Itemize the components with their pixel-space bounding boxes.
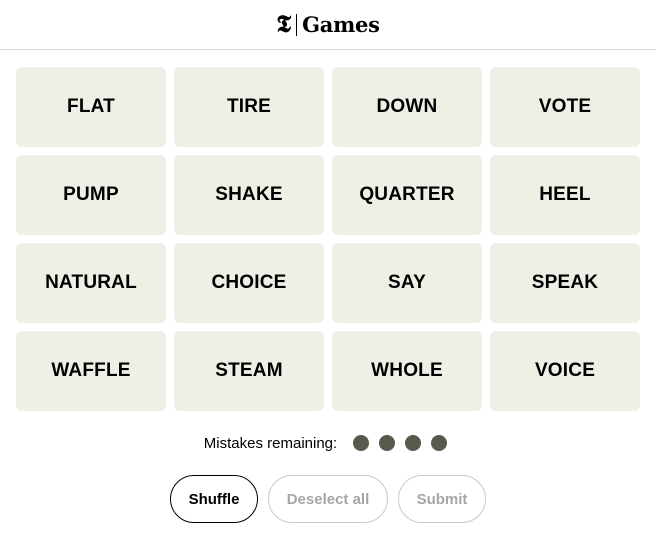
word-tile[interactable]: NATURAL [16, 243, 166, 323]
submit-button[interactable]: Submit [398, 475, 486, 523]
word-tile[interactable]: PUMP [16, 155, 166, 235]
word-tile[interactable]: HEEL [490, 155, 640, 235]
mistakes-label: Mistakes remaining: [203, 434, 338, 452]
brand-name: Games [302, 12, 380, 37]
nyt-games-brand[interactable]: 𝕿 Games [276, 8, 380, 40]
mistakes-remaining: Mistakes remaining: [0, 432, 656, 454]
word-tile[interactable]: CHOICE [174, 243, 324, 323]
word-tile[interactable]: FLAT [16, 67, 166, 147]
shuffle-button[interactable]: Shuffle [170, 475, 258, 523]
deselect-all-button[interactable]: Deselect all [268, 475, 388, 523]
brand-divider [296, 13, 298, 36]
word-grid: FLAT TIRE DOWN VOTE PUMP SHAKE QUARTER H… [16, 67, 640, 411]
mistake-dot [431, 435, 448, 451]
word-tile[interactable]: SPEAK [490, 243, 640, 323]
mistake-dots [348, 435, 452, 451]
word-tile[interactable]: VOTE [490, 67, 640, 147]
action-buttons: Shuffle Deselect all Submit [0, 475, 656, 523]
mistake-dot [405, 435, 422, 451]
word-tile[interactable]: VOICE [490, 331, 640, 411]
word-tile[interactable]: SHAKE [174, 155, 324, 235]
word-tile[interactable]: QUARTER [332, 155, 482, 235]
word-tile[interactable]: STEAM [174, 331, 324, 411]
word-tile[interactable]: WHOLE [332, 331, 482, 411]
top-bar: 𝕿 Games [0, 0, 656, 50]
word-tile[interactable]: DOWN [332, 67, 482, 147]
word-tile[interactable]: WAFFLE [16, 331, 166, 411]
mistake-dot [353, 435, 370, 451]
word-tile[interactable]: TIRE [174, 67, 324, 147]
nyt-logo-icon: 𝕿 [276, 8, 292, 38]
mistake-dot [379, 435, 396, 451]
word-tile[interactable]: SAY [332, 243, 482, 323]
